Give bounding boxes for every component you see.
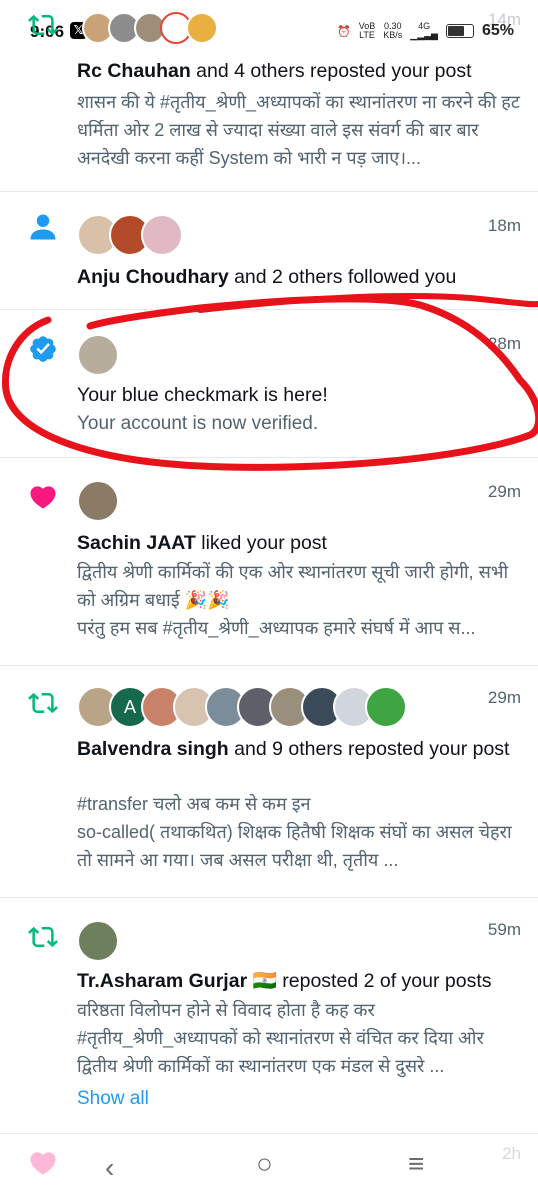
heart-icon (30, 486, 56, 509)
avatar-group (77, 214, 183, 256)
heart-icon (30, 1152, 56, 1175)
post-preview: द्वितीय श्रेणी कार्मिकों की एक ओर स्थाना… (77, 562, 509, 638)
avatar-group: A (77, 686, 407, 728)
post-preview: #transfer चलो अब कम से कम इन so-called( … (77, 794, 512, 870)
user-name[interactable]: Rc Chauhan (77, 60, 191, 82)
signal-icon: 4G ▁▂▃▅ (410, 21, 438, 40)
network-type: VoB LTE (358, 21, 376, 40)
network-speed: 0.30 KB/s (383, 21, 403, 40)
notification-item[interactable]: 28m Your blue checkmark is here! Your ac… (0, 310, 538, 458)
avatar-group (77, 480, 119, 522)
notification-headline: Rc Chauhan and 4 others reposted your po… (77, 60, 472, 82)
post-preview: शासन की ये #तृतीय_श्रेणी_अध्यापकों का स्… (77, 92, 520, 168)
status-bar: 14m 9:06 𝕏 ⏰ VoB LTE 0.30 KB/s 4G ▁▂▃▅ 6… (0, 0, 538, 56)
notification-headline: Balvendra singh and 9 others reposted yo… (77, 738, 510, 760)
avatar[interactable] (77, 480, 119, 522)
battery-percent: 65% (481, 22, 514, 39)
battery-icon (445, 24, 474, 38)
notification-headline: Your blue checkmark is here! (77, 384, 328, 406)
notification-headline: Sachin JAAT liked your post (77, 532, 327, 554)
avatar[interactable] (365, 686, 407, 728)
notification-item[interactable]: 59m Tr.Asharam Gurjar 🇮🇳 reposted 2 of y… (0, 898, 538, 1134)
home-button[interactable]: ○ (256, 1148, 273, 1180)
show-all-link[interactable]: Show all (77, 1088, 149, 1110)
notification-subtext: Your account is now verified. (77, 413, 319, 434)
notification-item[interactable]: 29m Sachin JAAT liked your post द्वितीय … (0, 458, 538, 666)
repost-icon (28, 14, 58, 36)
notification-item[interactable]: Rc Chauhan and 4 others reposted your po… (0, 14, 538, 192)
user-name[interactable]: Anju Choudhary (77, 266, 229, 288)
repost-icon (28, 692, 58, 714)
avatar[interactable] (77, 334, 119, 376)
faded-timestamp: 2h (502, 1144, 521, 1163)
verified-badge-icon (30, 336, 56, 362)
back-button[interactable]: ‹ (105, 1152, 114, 1184)
notification-avatar-icon (186, 12, 218, 44)
avatar-group (77, 920, 119, 962)
user-name[interactable]: Sachin JAAT (77, 532, 196, 554)
user-name[interactable]: Tr.Asharam Gurjar 🇮🇳 (77, 970, 277, 992)
status-right: ⏰ VoB LTE 0.30 KB/s 4G ▁▂▃▅ 65% (337, 22, 514, 40)
timestamp: 28m (487, 334, 521, 353)
person-icon (30, 214, 56, 240)
notification-item[interactable]: A 29m Balvendra singh and 9 others repos… (0, 666, 538, 898)
avatar[interactable] (77, 920, 119, 962)
avatar-group (77, 334, 119, 376)
alarm-icon: ⏰ (337, 25, 351, 38)
recents-button[interactable]: ≡ (408, 1148, 424, 1180)
avatar[interactable] (141, 214, 183, 256)
notification-item[interactable]: 18m Anju Choudhary and 2 others followed… (0, 192, 538, 310)
notification-headline: Anju Choudhary and 2 others followed you (77, 266, 457, 288)
notification-icons (82, 12, 218, 44)
navigation-bar: ‹ ○ ≡ 2h (0, 1138, 538, 1200)
timestamp: 59m (487, 920, 521, 939)
timestamp: 29m (487, 688, 521, 707)
timestamp: 18m (487, 216, 521, 235)
notification-headline: Tr.Asharam Gurjar 🇮🇳 reposted 2 of your … (77, 970, 492, 992)
user-name[interactable]: Balvendra singh (77, 738, 229, 760)
post-preview: वरिष्ठता विलोपन होने से विवाद होता है कह… (77, 1000, 484, 1076)
repost-icon (28, 926, 58, 948)
timestamp: 29m (487, 482, 521, 501)
